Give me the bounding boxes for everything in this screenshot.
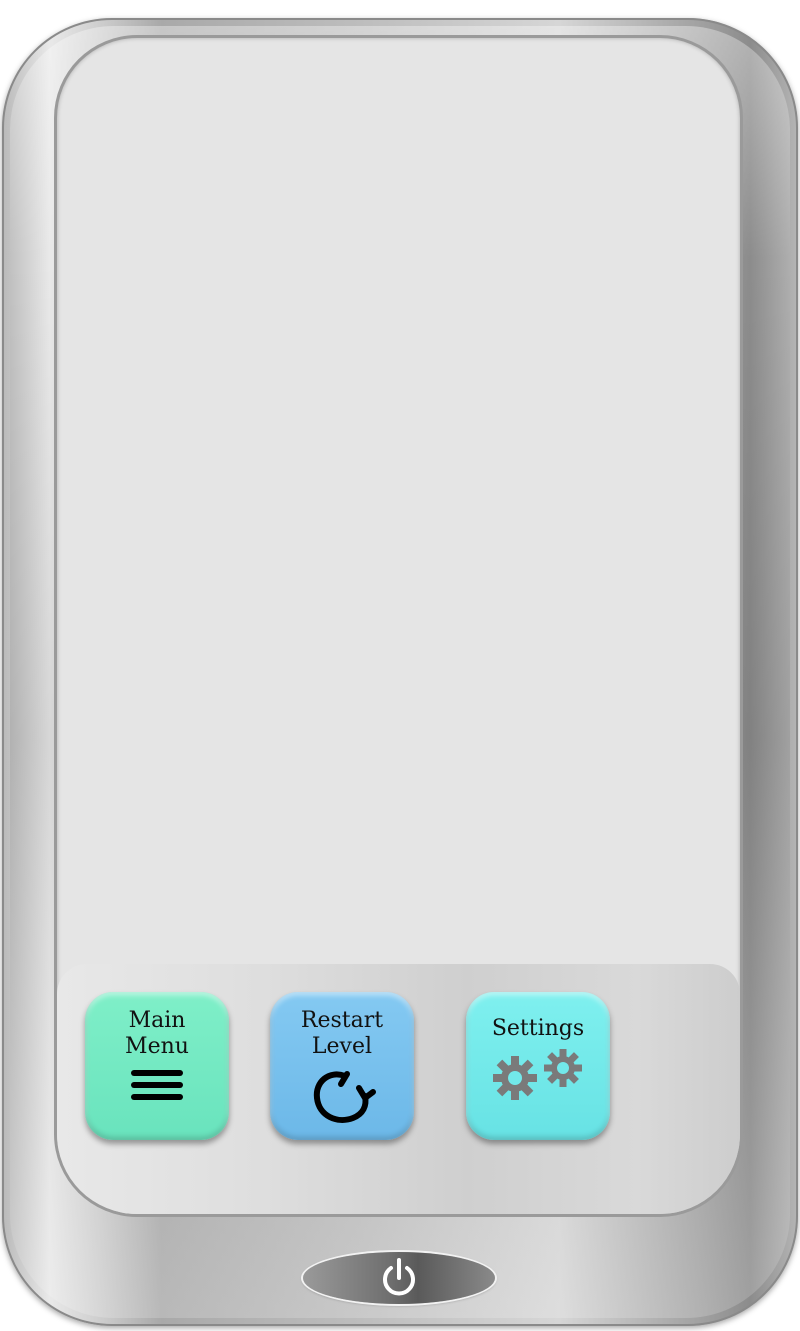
gears-icon: [493, 1049, 582, 1100]
settings-label: Settings: [491, 1016, 585, 1041]
power-icon: [383, 1258, 415, 1296]
power-button[interactable]: [303, 1252, 495, 1304]
restart-level-label: Restart Level: [300, 1008, 384, 1059]
main-menu-button[interactable]: Main Menu: [85, 992, 229, 1140]
restart-arrow-icon: [313, 1071, 376, 1123]
settings-button[interactable]: Settings: [466, 992, 610, 1140]
hamburger-menu-icon: [131, 1070, 183, 1100]
restart-level-button[interactable]: Restart Level: [270, 992, 414, 1140]
main-menu-label: Main Menu: [125, 1008, 189, 1059]
